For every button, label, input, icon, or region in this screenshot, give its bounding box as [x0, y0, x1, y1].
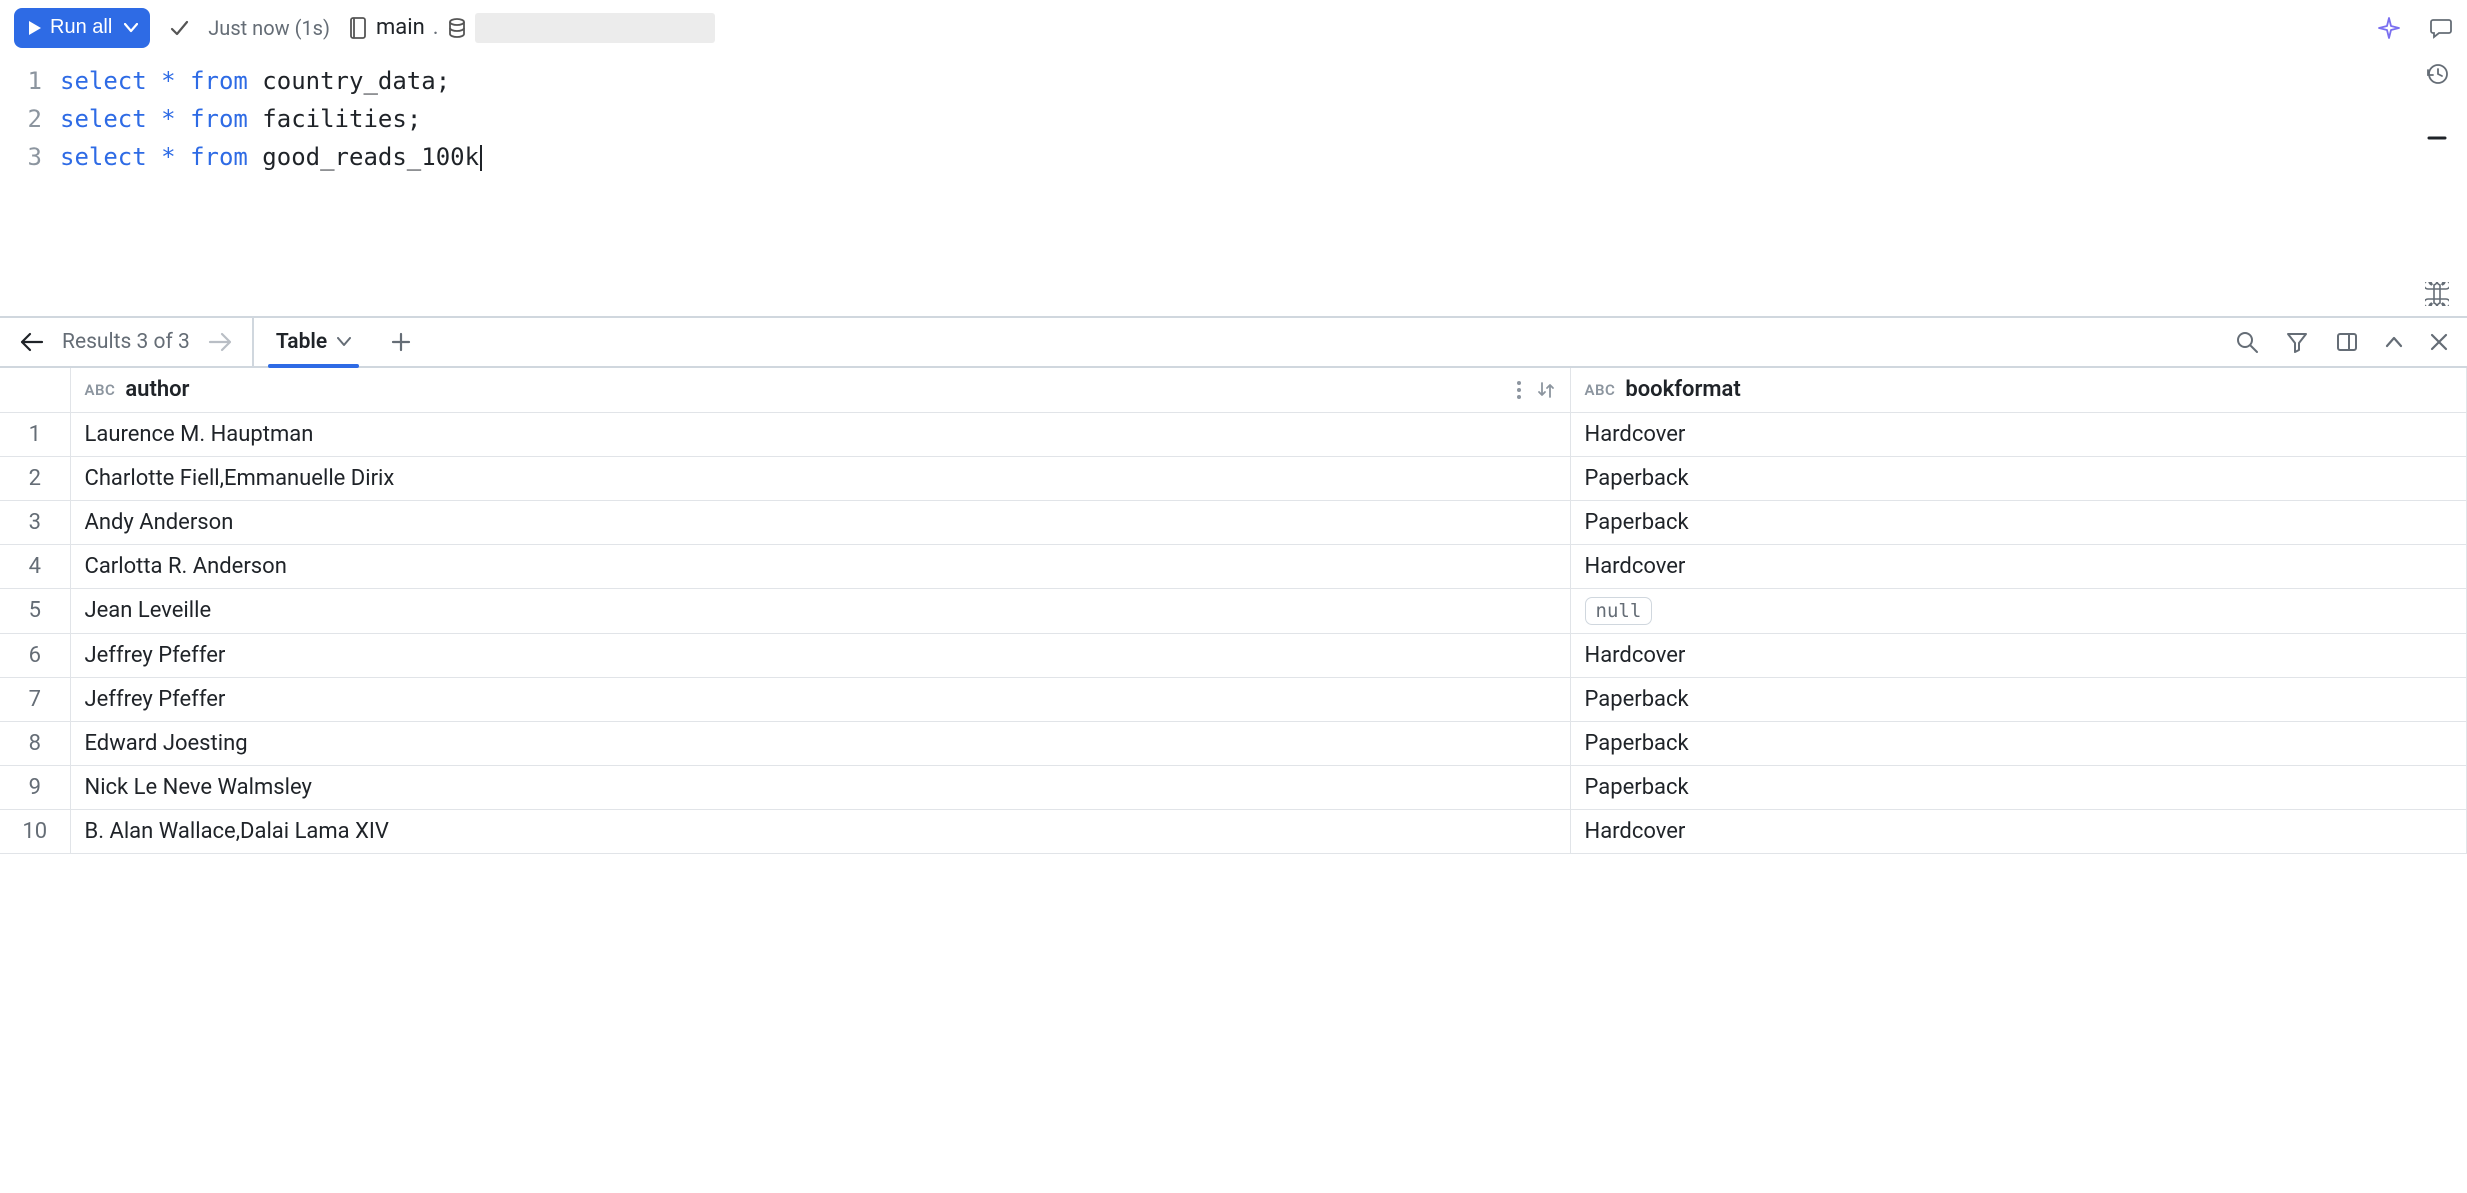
- table-row[interactable]: 6Jeffrey PfefferHardcover: [0, 633, 2467, 677]
- string-type-icon: ABC: [1585, 381, 1616, 399]
- table-row[interactable]: 2Charlotte Fiell,Emmanuelle DirixPaperba…: [0, 456, 2467, 500]
- table-row[interactable]: 8Edward JoestingPaperback: [0, 721, 2467, 765]
- row-number: 4: [0, 544, 70, 588]
- editor-toolbar: Run all Just now (1s) main .: [0, 0, 2467, 56]
- results-prev-button[interactable]: [18, 331, 44, 353]
- panel-toggle-icon[interactable]: [2335, 330, 2359, 354]
- cell-bookformat[interactable]: null: [1570, 588, 2467, 633]
- table-row[interactable]: 9Nick Le Neve WalmsleyPaperback: [0, 765, 2467, 809]
- run-status-text: Just now (1s): [208, 16, 330, 40]
- cell-author[interactable]: B. Alan Wallace,Dalai Lama XIV: [70, 809, 1570, 853]
- row-number: 10: [0, 809, 70, 853]
- play-icon: [28, 20, 42, 36]
- cell-author[interactable]: Jeffrey Pfeffer: [70, 677, 1570, 721]
- table-row[interactable]: 5Jean Leveille null: [0, 588, 2467, 633]
- chevron-down-icon: [337, 337, 351, 347]
- results-next-button[interactable]: [208, 331, 234, 353]
- code-content[interactable]: select * from country_data;: [60, 62, 450, 100]
- collapse-results-icon[interactable]: [2385, 336, 2403, 348]
- run-all-button[interactable]: Run all: [14, 8, 150, 48]
- row-number: 1: [0, 412, 70, 456]
- cell-author[interactable]: Andy Anderson: [70, 500, 1570, 544]
- cell-bookformat[interactable]: Paperback: [1570, 456, 2467, 500]
- table-row[interactable]: 3Andy AndersonPaperback: [0, 500, 2467, 544]
- close-results-icon[interactable]: [2429, 332, 2449, 352]
- run-all-label: Run all: [50, 16, 112, 39]
- cell-bookformat[interactable]: Hardcover: [1570, 412, 2467, 456]
- code-content[interactable]: select * from good_reads_100k: [60, 138, 482, 176]
- results-nav: Results 3 of 3: [0, 318, 254, 366]
- sql-editor[interactable]: 1select * from country_data;2select * fr…: [0, 56, 2467, 316]
- add-tab-button[interactable]: [373, 332, 429, 352]
- results-table: ABC author ABC: [0, 368, 2467, 854]
- column-header-author[interactable]: ABC author: [70, 368, 1570, 412]
- history-icon[interactable]: [2425, 62, 2449, 86]
- run-success-icon: [168, 17, 190, 39]
- row-number: 3: [0, 500, 70, 544]
- cell-bookformat[interactable]: Hardcover: [1570, 809, 2467, 853]
- column-sort-icon[interactable]: [1536, 380, 1556, 400]
- chevron-down-icon: [124, 23, 138, 33]
- cell-author[interactable]: Laurence M. Hauptman: [70, 412, 1570, 456]
- cell-bookformat[interactable]: Paperback: [1570, 721, 2467, 765]
- column-menu-icon[interactable]: [1516, 380, 1522, 400]
- code-line[interactable]: 2select * from facilities;: [0, 100, 2467, 138]
- cell-author[interactable]: Nick Le Neve Walmsley: [70, 765, 1570, 809]
- column-header-author-label: author: [125, 377, 189, 402]
- keyboard-shortcuts-icon[interactable]: [2425, 282, 2449, 306]
- context-selector[interactable]: main .: [348, 13, 715, 43]
- line-number: 3: [0, 138, 60, 176]
- code-line[interactable]: 3select * from good_reads_100k: [0, 138, 2467, 176]
- results-table-container: ABC author ABC: [0, 368, 2467, 1193]
- row-number: 8: [0, 721, 70, 765]
- column-header-bookformat[interactable]: ABC bookformat: [1570, 368, 2467, 412]
- database-icon: [447, 17, 467, 39]
- code-line[interactable]: 1select * from country_data;: [0, 62, 2467, 100]
- code-content[interactable]: select * from facilities;: [60, 100, 421, 138]
- schema-name-redacted: [475, 13, 715, 43]
- line-number: 1: [0, 62, 60, 100]
- table-row[interactable]: 7Jeffrey PfefferPaperback: [0, 677, 2467, 721]
- null-value: null: [1585, 597, 1653, 625]
- results-bar: Results 3 of 3 Table: [0, 316, 2467, 368]
- minimize-icon[interactable]: [2425, 126, 2449, 150]
- cell-author[interactable]: Jean Leveille: [70, 588, 1570, 633]
- catalog-icon: [348, 16, 368, 40]
- assistant-sparkle-icon[interactable]: [2377, 16, 2401, 40]
- tab-table-label: Table: [276, 330, 327, 354]
- filter-icon[interactable]: [2285, 330, 2309, 354]
- row-number: 2: [0, 456, 70, 500]
- cell-bookformat[interactable]: Hardcover: [1570, 544, 2467, 588]
- table-row[interactable]: 1Laurence M. HauptmanHardcover: [0, 412, 2467, 456]
- rownum-header: [0, 368, 70, 412]
- row-number: 6: [0, 633, 70, 677]
- string-type-icon: ABC: [85, 381, 116, 399]
- search-results-icon[interactable]: [2235, 330, 2259, 354]
- column-header-bookformat-label: bookformat: [1625, 377, 1740, 402]
- tab-table[interactable]: Table: [254, 318, 373, 366]
- cell-author[interactable]: Carlotta R. Anderson: [70, 544, 1570, 588]
- row-number: 7: [0, 677, 70, 721]
- cell-bookformat[interactable]: Hardcover: [1570, 633, 2467, 677]
- comments-icon[interactable]: [2429, 16, 2453, 40]
- results-counter: Results 3 of 3: [62, 330, 190, 354]
- cell-bookformat[interactable]: Paperback: [1570, 500, 2467, 544]
- catalog-name: main: [376, 15, 425, 40]
- row-number: 5: [0, 588, 70, 633]
- cell-bookformat[interactable]: Paperback: [1570, 765, 2467, 809]
- cell-author[interactable]: Edward Joesting: [70, 721, 1570, 765]
- line-number: 2: [0, 100, 60, 138]
- row-number: 9: [0, 765, 70, 809]
- table-row[interactable]: 10B. Alan Wallace,Dalai Lama XIVHardcove…: [0, 809, 2467, 853]
- cell-author[interactable]: Charlotte Fiell,Emmanuelle Dirix: [70, 456, 1570, 500]
- cell-author[interactable]: Jeffrey Pfeffer: [70, 633, 1570, 677]
- table-row[interactable]: 4Carlotta R. AndersonHardcover: [0, 544, 2467, 588]
- context-separator: .: [433, 15, 439, 40]
- plus-icon: [391, 332, 411, 352]
- cell-bookformat[interactable]: Paperback: [1570, 677, 2467, 721]
